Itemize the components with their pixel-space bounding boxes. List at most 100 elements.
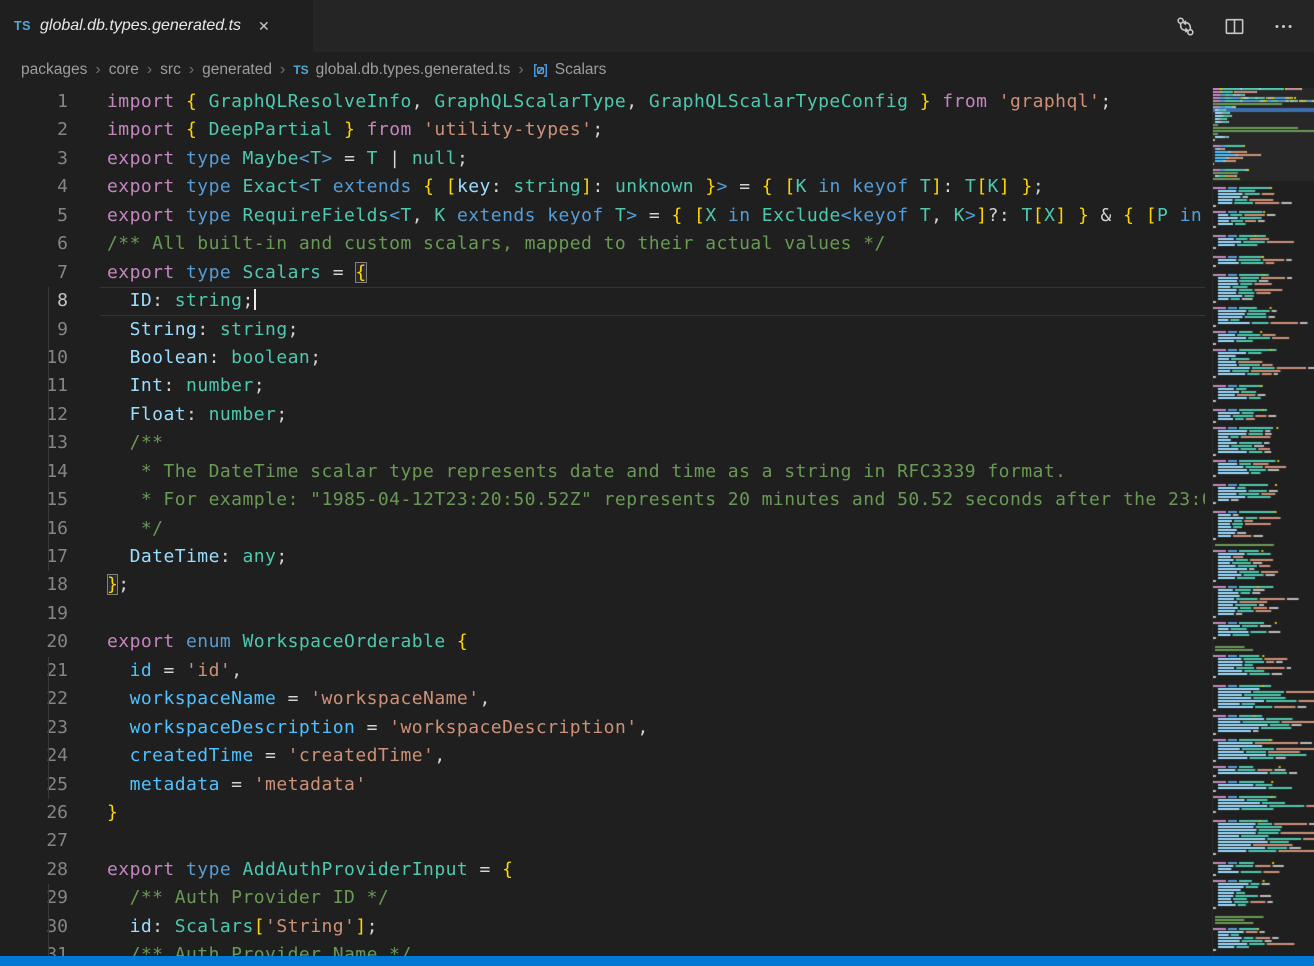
code-line[interactable]: 7export type Scalars = { xyxy=(0,259,1205,287)
code-line[interactable]: 16 */ xyxy=(0,515,1205,543)
git-compare-icon[interactable] xyxy=(1175,16,1196,37)
line-number[interactable]: 24 xyxy=(0,742,68,770)
code-line[interactable]: 3export type Maybe<T> = T | null; xyxy=(0,145,1205,173)
more-actions-icon[interactable] xyxy=(1273,16,1294,37)
code-token: : xyxy=(209,347,232,368)
code-line[interactable]: 8 ID: string; xyxy=(0,287,1205,315)
code-line[interactable]: 20export enum WorkspaceOrderable { xyxy=(0,628,1205,656)
line-number[interactable]: 21 xyxy=(0,657,68,685)
breadcrumb-item[interactable]: packages xyxy=(21,61,87,79)
code-line[interactable]: 21 id = 'id', xyxy=(0,657,1205,685)
code-line[interactable]: 29 /** Auth Provider ID */ xyxy=(0,884,1205,912)
code-text: export type RequireFields<T, K extends k… xyxy=(68,202,1205,230)
line-number[interactable]: 13 xyxy=(0,429,68,457)
line-number[interactable]: 31 xyxy=(0,941,68,956)
code-line[interactable]: 4export type Exact<T extends { [key: str… xyxy=(0,173,1205,201)
line-number[interactable]: 27 xyxy=(0,827,68,855)
code-token: , xyxy=(231,660,242,681)
code-token: export xyxy=(107,262,186,283)
line-number[interactable]: 5 xyxy=(0,202,68,230)
code-line[interactable]: 31 /** Auth Provider Name */ xyxy=(0,941,1205,956)
code-line[interactable]: 23 workspaceDescription = 'workspaceDesc… xyxy=(0,714,1205,742)
line-number[interactable]: 9 xyxy=(0,316,68,344)
code-line[interactable]: 15 * For example: "1985-04-12T23:20:50.5… xyxy=(0,486,1205,514)
code-token xyxy=(107,404,130,425)
line-number[interactable]: 26 xyxy=(0,799,68,827)
line-number[interactable]: 8 xyxy=(0,287,68,315)
code-token xyxy=(1067,205,1078,226)
code-token: = xyxy=(728,176,762,197)
code-line[interactable]: 5export type RequireFields<T, K extends … xyxy=(0,202,1205,230)
breadcrumb-file[interactable]: global.db.types.generated.ts xyxy=(316,61,511,79)
line-number[interactable]: 12 xyxy=(0,401,68,429)
code-token: T xyxy=(920,205,931,226)
line-number[interactable]: 4 xyxy=(0,173,68,201)
code-line[interactable]: 24 createdTime = 'createdTime', xyxy=(0,742,1205,770)
code-line[interactable]: 30 id: Scalars['String']; xyxy=(0,913,1205,941)
code-line[interactable]: 6/** All built-in and custom scalars, ma… xyxy=(0,230,1205,258)
line-number[interactable]: 25 xyxy=(0,771,68,799)
code-line[interactable]: 14 * The DateTime scalar type represents… xyxy=(0,458,1205,486)
code-line[interactable]: 9 String: string; xyxy=(0,316,1205,344)
line-number[interactable]: 14 xyxy=(0,458,68,486)
line-number[interactable]: 22 xyxy=(0,685,68,713)
line-number[interactable]: 15 xyxy=(0,486,68,514)
breadcrumb-symbol[interactable]: Scalars xyxy=(555,61,607,79)
line-number[interactable]: 1 xyxy=(0,88,68,116)
code-token: | xyxy=(378,148,412,169)
line-number[interactable]: 28 xyxy=(0,856,68,884)
line-number[interactable]: 17 xyxy=(0,543,68,571)
code-token: T xyxy=(615,205,626,226)
code-token: ; xyxy=(310,347,321,368)
code-token: 'workspaceName' xyxy=(310,688,479,709)
line-number[interactable]: 11 xyxy=(0,372,68,400)
code-token: , xyxy=(480,688,491,709)
line-number[interactable]: 7 xyxy=(0,259,68,287)
line-number[interactable]: 16 xyxy=(0,515,68,543)
line-number[interactable]: 2 xyxy=(0,116,68,144)
minimap[interactable] xyxy=(1213,88,1314,956)
code-token: < xyxy=(389,205,400,226)
line-number[interactable]: 6 xyxy=(0,230,68,258)
split-editor-icon[interactable] xyxy=(1224,16,1245,37)
code-line[interactable]: 11 Int: number; xyxy=(0,372,1205,400)
code-line[interactable]: 2import { DeepPartial } from 'utility-ty… xyxy=(0,116,1205,144)
code-token: [ xyxy=(254,916,265,937)
breadcrumb-item[interactable]: core xyxy=(109,61,139,79)
code-line[interactable]: 10 Boolean: boolean; xyxy=(0,344,1205,372)
code-line[interactable]: 26} xyxy=(0,799,1205,827)
code-line[interactable]: 13 /** xyxy=(0,429,1205,457)
line-number[interactable]: 30 xyxy=(0,913,68,941)
code-token: T xyxy=(1021,205,1032,226)
vertical-scrollbar[interactable] xyxy=(1205,88,1213,956)
code-text: export type Exact<T extends { [key: stri… xyxy=(68,173,1044,201)
code-token: { xyxy=(186,119,209,140)
code-line[interactable]: 12 Float: number; xyxy=(0,401,1205,429)
code-token xyxy=(908,91,919,112)
code-token: WorkspaceOrderable xyxy=(242,631,456,652)
code-line[interactable]: 22 workspaceName = 'workspaceName', xyxy=(0,685,1205,713)
breadcrumb-item[interactable]: generated xyxy=(202,61,272,79)
close-tab-icon[interactable]: ✕ xyxy=(258,18,270,35)
line-number[interactable]: 20 xyxy=(0,628,68,656)
line-number[interactable]: 19 xyxy=(0,600,68,628)
code-line[interactable]: 25 metadata = 'metadata' xyxy=(0,771,1205,799)
line-number[interactable]: 10 xyxy=(0,344,68,372)
code-token: export xyxy=(107,859,186,880)
code-token: } xyxy=(1022,176,1033,197)
line-number[interactable]: 3 xyxy=(0,145,68,173)
line-number[interactable]: 29 xyxy=(0,884,68,912)
line-number[interactable]: 23 xyxy=(0,714,68,742)
line-number[interactable]: 18 xyxy=(0,571,68,599)
code-line[interactable]: 17 DateTime: any; xyxy=(0,543,1205,571)
code-token: ] xyxy=(581,176,592,197)
indent-guide xyxy=(48,372,49,400)
code-line[interactable]: 1import { GraphQLResolveInfo, GraphQLSca… xyxy=(0,88,1205,116)
code-line[interactable]: 27 xyxy=(0,827,1205,855)
code-line[interactable]: 18}; xyxy=(0,571,1205,599)
code-line[interactable]: 28export type AddAuthProviderInput = { xyxy=(0,856,1205,884)
code-line[interactable]: 19 xyxy=(0,600,1205,628)
code-editor[interactable]: 1import { GraphQLResolveInfo, GraphQLSca… xyxy=(0,88,1205,956)
breadcrumb-item[interactable]: src xyxy=(160,61,181,79)
editor-tab[interactable]: TS global.db.types.generated.ts ✕ xyxy=(0,0,313,52)
